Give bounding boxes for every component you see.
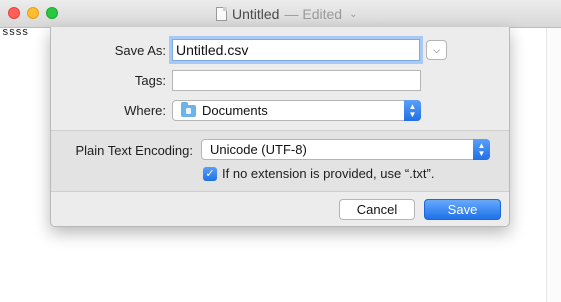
minimize-window-button[interactable] xyxy=(27,7,39,19)
expand-dialog-button[interactable]: ⌵ xyxy=(426,40,447,60)
save-as-label: Save As: xyxy=(114,43,166,58)
cancel-button[interactable]: Cancel xyxy=(339,199,415,220)
up-down-chevron-icon: ▲ ▼ xyxy=(473,139,490,160)
scrollbar-track[interactable] xyxy=(546,28,561,302)
chevron-down-icon: ⌄ xyxy=(349,8,358,20)
window-title[interactable]: Untitled — Edited ⌄ xyxy=(216,5,357,23)
text-edit-window: Untitled — Edited ⌄ ssss Save As: ⌵ Tags… xyxy=(0,0,561,302)
encoding-label: Plain Text Encoding: xyxy=(75,143,193,158)
documents-folder-icon xyxy=(181,101,196,117)
save-button[interactable]: Save xyxy=(424,199,501,220)
encoding-popup[interactable]: Unicode (UTF-8) ▲ ▼ xyxy=(201,139,490,160)
window-title-status: — Edited xyxy=(284,6,343,22)
title-bar[interactable]: Untitled — Edited ⌄ xyxy=(0,0,561,28)
editor-content[interactable]: ssss xyxy=(2,27,28,39)
tags-label: Tags: xyxy=(134,73,166,88)
extension-checkbox-label: If no extension is provided, use “.txt”. xyxy=(222,166,435,181)
save-as-input[interactable] xyxy=(172,39,420,61)
checkmark-icon: ✓ xyxy=(205,167,215,180)
encoding-value: Unicode (UTF-8) xyxy=(210,142,307,157)
window-title-text: Untitled xyxy=(232,6,280,22)
where-popup[interactable]: Documents ▲ ▼ xyxy=(172,100,421,121)
where-value: Documents xyxy=(202,103,268,118)
tags-input[interactable] xyxy=(172,70,421,91)
close-window-button[interactable] xyxy=(8,7,20,19)
extension-option[interactable]: ✓ If no extension is provided, use “.txt… xyxy=(203,166,434,181)
where-label: Where: xyxy=(124,103,166,118)
chevron-down-icon: ⌵ xyxy=(433,44,440,55)
save-dialog-sheet: Save As: ⌵ Tags: Where: Documents ▲▼ Pla… xyxy=(50,27,510,227)
up-down-chevron-icon: ▲ ▼ xyxy=(404,100,421,121)
document-icon xyxy=(216,7,227,21)
zoom-window-button[interactable] xyxy=(46,7,58,19)
footer-divider xyxy=(51,191,509,192)
extension-checkbox[interactable]: ✓ xyxy=(203,166,217,181)
